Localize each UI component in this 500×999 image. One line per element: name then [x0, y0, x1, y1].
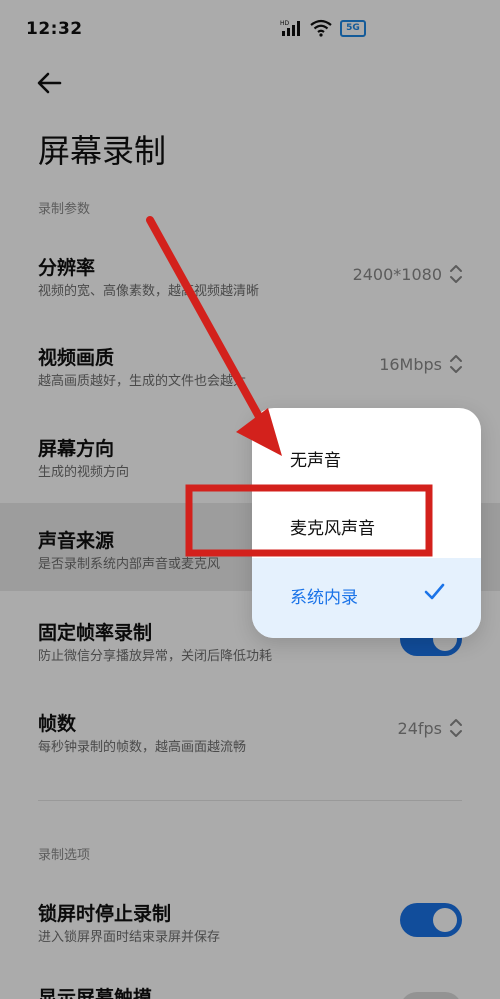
option-system-audio[interactable]: 系统内录 [252, 558, 481, 638]
check-icon [424, 583, 445, 600]
option-label: 麦克风声音 [290, 519, 375, 539]
option-microphone[interactable]: 麦克风声音 [252, 490, 481, 558]
audio-source-dropdown: 无声音 麦克风声音 系统内录 [252, 408, 481, 638]
option-label: 系统内录 [290, 588, 358, 608]
screen-recording-settings-page: 12:32 HD 5G 屏幕录制 录制参数 分辨率 视频的宽、高像素数，越高视频… [0, 0, 500, 999]
option-label: 无声音 [290, 451, 341, 471]
option-no-sound[interactable]: 无声音 [252, 422, 481, 490]
